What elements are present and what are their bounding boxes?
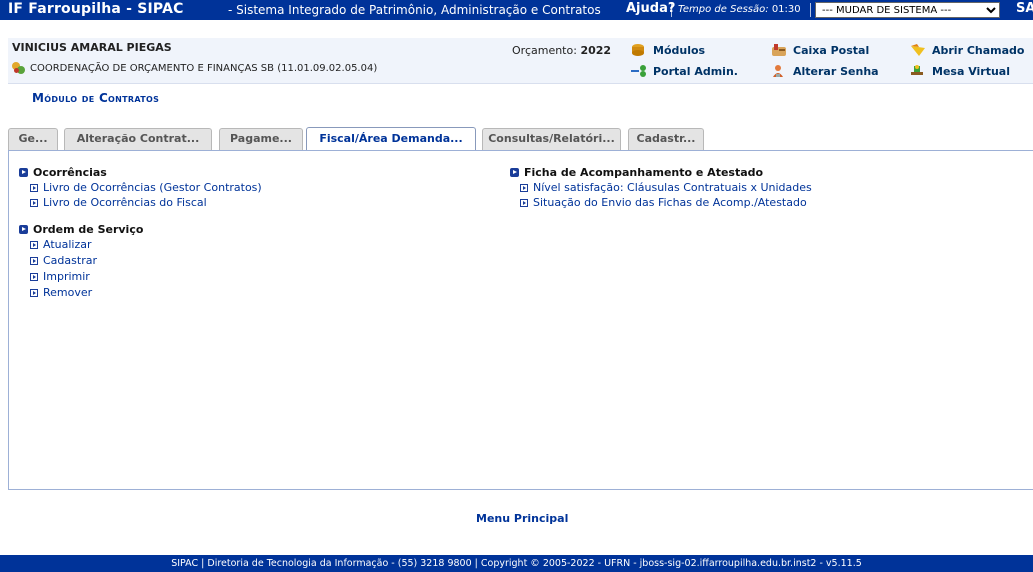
section-bullet-icon [510, 168, 519, 177]
arrow-box-icon [30, 198, 38, 207]
session-label: Tempo de Sessão: [678, 4, 769, 15]
system-brand[interactable]: IF Farroupilha - SIPAC [8, 1, 184, 17]
menu-item-livro-ocorrencias-fiscal[interactable]: Livro de Ocorrências do Fiscal [30, 196, 207, 209]
menu-item-label: Remover [43, 286, 93, 299]
user-key-icon [770, 64, 788, 78]
logout-link[interactable]: SAIR [1016, 1, 1033, 16]
portal-icon [630, 64, 648, 78]
change-system-select[interactable]: --- MUDAR DE SISTEMA --- [815, 2, 1000, 18]
session-timer: Tempo de Sessão: 01:30 [678, 4, 801, 15]
menu-item-imprimir[interactable]: Imprimir [30, 270, 90, 283]
modules-icon [630, 43, 648, 57]
menu-item-cadastrar[interactable]: Cadastrar [30, 254, 97, 267]
change-password-link[interactable]: Alterar Senha [770, 64, 879, 78]
budget-year-value: 2022 [580, 44, 612, 57]
arrow-box-icon [30, 288, 38, 297]
mailbox-label: Caixa Postal [793, 43, 870, 57]
tab-alteracao-contrato[interactable]: Alteração Contrat... [64, 128, 212, 150]
arrow-box-icon [30, 272, 38, 281]
mailbox-link[interactable]: Caixa Postal [770, 43, 869, 57]
arrow-box-icon [30, 240, 38, 249]
section-ordem-servico-title: Ordem de Serviço [33, 223, 144, 236]
section-ocorrencias: Ocorrências [19, 166, 107, 179]
tab-fiscal-area-demandante[interactable]: Fiscal/Área Demanda... [306, 127, 476, 150]
arrow-box-icon [520, 198, 528, 207]
virtual-desk-label: Mesa Virtual [932, 64, 1011, 78]
header-divider [810, 3, 811, 17]
mailbox-icon [770, 43, 788, 57]
arrow-box-icon [520, 183, 528, 192]
section-bullet-icon [19, 168, 28, 177]
menu-item-label: Situação do Envio das Fichas de Acomp./A… [533, 196, 807, 209]
budget-label: Orçamento: [512, 44, 577, 57]
open-ticket-label: Abrir Chamado [932, 43, 1025, 57]
arrow-box-icon [30, 256, 38, 265]
modules-label: Módulos [653, 43, 706, 57]
session-time: 01:30 [771, 4, 801, 15]
tab-cadastros[interactable]: Cadastr... [628, 128, 704, 150]
section-ocorrencias-title: Ocorrências [33, 166, 107, 179]
main-menu-link[interactable]: Menu Principal [476, 512, 568, 525]
help-link[interactable]: Ajuda? [626, 1, 675, 16]
menu-item-label: Nível satisfação: Cláusulas Contratuais … [533, 181, 812, 194]
change-unit-icon[interactable] [12, 61, 26, 75]
user-unit-label: COORDENAÇÃO DE ORÇAMENTO E FINANÇAS SB (… [30, 62, 378, 74]
section-ordem-servico: Ordem de Serviço [19, 223, 143, 236]
top-bar: IF Farroupilha - SIPAC - Sistema Integra… [0, 0, 1033, 20]
change-password-label: Alterar Senha [793, 64, 879, 78]
menu-item-atualizar[interactable]: Atualizar [30, 238, 92, 251]
section-ficha-title: Ficha de Acompanhamento e Atestado [524, 166, 764, 179]
module-title: Módulo de Contratos [32, 91, 160, 105]
section-ficha-acompanhamento: Ficha de Acompanhamento e Atestado [510, 166, 763, 179]
admin-portal-label: Portal Admin. [653, 64, 738, 78]
menu-item-label: Cadastrar [43, 254, 97, 267]
header-divider [671, 3, 672, 17]
virtual-desk-link[interactable]: Mesa Virtual [909, 64, 1010, 78]
system-subtitle: - Sistema Integrado de Patrimônio, Admin… [228, 3, 601, 17]
admin-portal-link[interactable]: Portal Admin. [630, 64, 738, 78]
open-ticket-link[interactable]: Abrir Chamado [909, 43, 1024, 57]
ticket-icon [909, 43, 927, 57]
user-name: VINICIUS AMARAL PIEGAS [12, 41, 172, 54]
menu-item-situacao-envio-fichas[interactable]: Situação do Envio das Fichas de Acomp./A… [520, 196, 807, 209]
menu-item-label: Imprimir [43, 270, 90, 283]
menu-item-remover[interactable]: Remover [30, 286, 92, 299]
section-bullet-icon [19, 225, 28, 234]
tab-consultas-relatorios[interactable]: Consultas/Relatóri... [482, 128, 621, 150]
footer: SIPAC | Diretoria de Tecnologia da Infor… [0, 555, 1033, 572]
menu-item-label: Livro de Ocorrências (Gestor Contratos) [43, 181, 262, 194]
user-unit: COORDENAÇÃO DE ORÇAMENTO E FINANÇAS SB (… [12, 61, 377, 75]
menu-item-label: Livro de Ocorrências do Fiscal [43, 196, 207, 209]
virtual-desk-icon [909, 64, 927, 78]
tab-pagamento[interactable]: Pagame... [219, 128, 303, 150]
arrow-box-icon [30, 183, 38, 192]
menu-item-label: Atualizar [43, 238, 92, 251]
menu-item-livro-ocorrencias-gestor[interactable]: Livro de Ocorrências (Gestor Contratos) [30, 181, 262, 194]
menu-item-nivel-satisfacao[interactable]: Nível satisfação: Cláusulas Contratuais … [520, 181, 812, 194]
budget-year: Orçamento: 2022 [512, 44, 611, 57]
tab-geral[interactable]: Ge... [8, 128, 58, 150]
modules-link[interactable]: Módulos [630, 43, 705, 57]
